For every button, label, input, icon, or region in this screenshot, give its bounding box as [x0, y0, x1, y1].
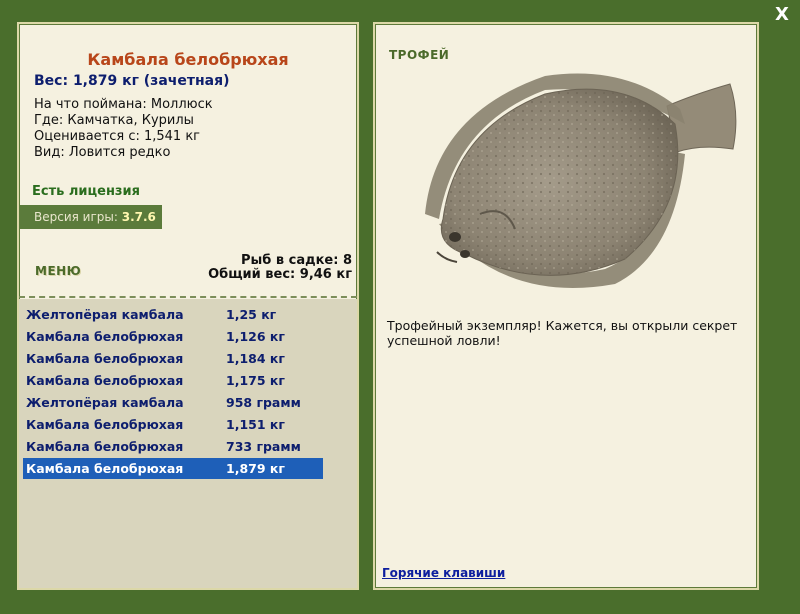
catch-weight: 1,25 кг [226, 307, 277, 322]
catch-list-item-selected[interactable]: Камбала белобрюхая 1,879 кг [23, 458, 323, 479]
fish-location: Где: Камчатка, Курилы [34, 113, 194, 128]
catch-name: Камбала белобрюхая [26, 417, 184, 432]
catch-name: Камбала белобрюхая [26, 373, 184, 388]
total-weight: Общий вес: 9,46 кг [208, 267, 352, 282]
catch-name: Камбала белобрюхая [26, 351, 184, 366]
game-version: Версия игры: 3.7.6 [19, 205, 162, 229]
catch-list: Желтопёрая камбала 1,25 кг Камбала белоб… [19, 299, 357, 588]
fish-count: Рыб в садке: 8 [240, 253, 352, 268]
version-label: Версия игры: [34, 210, 118, 224]
catch-name: Камбала белобрюхая [26, 461, 184, 476]
hotkeys-link[interactable]: Горячие клавиши [382, 566, 505, 580]
trophy-panel: ТРОФЕЙ Трофейный экземпляр! Кажется, вы … [373, 22, 759, 590]
trophy-description: Трофейный экземпляр! Кажется, вы открыли… [387, 318, 738, 348]
fish-weight: Вес: 1,879 кг (зачетная) [34, 73, 230, 89]
fish-info-panel: Камбала белобрюхая Вес: 1,879 кг (зачетн… [17, 22, 359, 590]
fish-caught-on: На что поймана: Моллюск [34, 97, 213, 112]
catch-list-item[interactable]: Камбала белобрюхая 1,184 кг [23, 348, 323, 369]
flounder-fish-icon [425, 73, 737, 288]
version-value: 3.7.6 [121, 210, 156, 224]
license-status: Есть лицензия [32, 184, 140, 199]
catch-weight: 1,184 кг [226, 351, 285, 366]
catch-weight: 1,126 кг [226, 329, 285, 344]
catch-weight: 1,879 кг [226, 461, 285, 476]
catch-list-item[interactable]: Желтопёрая камбала 1,25 кг [23, 304, 323, 325]
catch-weight: 1,151 кг [226, 417, 285, 432]
fish-kind: Вид: Ловится редко [34, 145, 171, 160]
close-button[interactable]: X [771, 4, 793, 26]
catch-list-item[interactable]: Желтопёрая камбала 958 грамм [23, 392, 323, 413]
catch-list-item[interactable]: Камбала белобрюхая 1,151 кг [23, 414, 323, 435]
fish-title: Камбала белобрюхая [87, 50, 289, 69]
divider [19, 296, 357, 298]
catch-weight: 1,175 кг [226, 373, 285, 388]
catch-stats: Рыб в садке: 8 Общий вес: 9,46 кг [208, 254, 352, 282]
catch-name: Желтопёрая камбала [26, 395, 184, 410]
catch-name: Желтопёрая камбала [26, 307, 184, 322]
catch-list-item[interactable]: Камбала белобрюхая 733 грамм [23, 436, 323, 457]
catch-weight: 733 грамм [226, 439, 301, 454]
catch-weight: 958 грамм [226, 395, 301, 410]
catch-list-item[interactable]: Камбала белобрюхая 1,126 кг [23, 326, 323, 347]
menu-button[interactable]: МЕНЮ [35, 264, 81, 278]
fish-valued-from: Оценивается с: 1,541 кг [34, 129, 201, 144]
catch-name: Камбала белобрюхая [26, 439, 184, 454]
catch-list-item[interactable]: Камбала белобрюхая 1,175 кг [23, 370, 323, 391]
catch-name: Камбала белобрюхая [26, 329, 184, 344]
